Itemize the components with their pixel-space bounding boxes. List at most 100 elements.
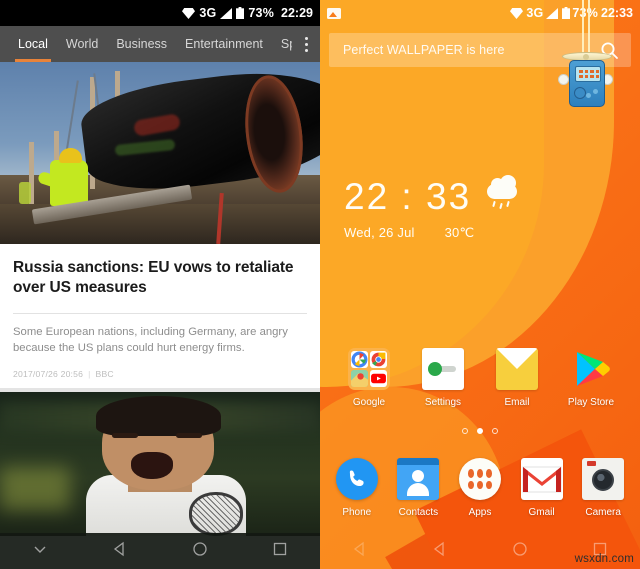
worker-safety-vest: [49, 160, 88, 207]
page-dot[interactable]: [462, 428, 468, 434]
court-highlight: [0, 466, 71, 510]
camera-lens: [592, 468, 615, 491]
robot-body: [569, 60, 605, 107]
article-summary: Some European nations, including Germany…: [13, 325, 288, 355]
home-screen-app-row: Google Settings Email Play Store: [320, 348, 640, 408]
signal-icon: [220, 7, 233, 19]
clock-date: Wed, 26 Jul: [344, 225, 415, 240]
app-camera[interactable]: Camera: [572, 458, 634, 518]
back-icon[interactable]: [112, 541, 128, 562]
app-google-folder[interactable]: Google: [338, 348, 400, 408]
screen-row: [579, 75, 599, 78]
phone-icon: [335, 458, 378, 500]
dual-phone-screenshot: 3G 73% 22:29 Local World Business Entert…: [0, 0, 640, 569]
clock-temperature: 30℃: [444, 225, 475, 240]
apps-drawer-icon: [458, 458, 501, 500]
dot: [304, 42, 308, 46]
clock-subline: Wed, 26 Jul 30℃: [344, 225, 521, 241]
search-input[interactable]: Perfect WALLPAPER is here: [329, 43, 587, 57]
rain-cloud-icon: [487, 175, 521, 210]
camera-icon: [582, 458, 625, 500]
widget-string: [582, 0, 584, 56]
battery-percent-label: 73%: [572, 5, 599, 20]
clock-time: 22 : 33: [344, 176, 472, 217]
app-label: Camera: [585, 507, 621, 518]
clock-row: 22 : 33: [344, 175, 521, 217]
left-status-bar: 3G 73% 22:29: [0, 0, 320, 26]
signal-icon: [546, 7, 559, 19]
screen-row: [579, 70, 599, 73]
recents-icon[interactable]: [272, 541, 288, 562]
article-image-tennis[interactable]: [0, 391, 320, 536]
collapse-icon[interactable]: [32, 541, 48, 562]
page-dot[interactable]: [492, 428, 498, 434]
tab-local[interactable]: Local: [9, 26, 57, 62]
page-indicator: [320, 428, 640, 434]
google-folder-icon: [348, 348, 390, 390]
battery-icon: [562, 7, 571, 19]
dot: [304, 36, 308, 40]
overflow-menu-icon[interactable]: [292, 26, 320, 62]
envelope-flap: [496, 348, 538, 369]
app-play-store[interactable]: Play Store: [560, 348, 622, 408]
cloud-shape: [487, 175, 518, 199]
article-meta: 2017/07/26 20:56 | BBC: [0, 357, 320, 388]
back-icon[interactable]: [432, 541, 448, 562]
status-left-group: [327, 7, 510, 19]
left-navigation-bar: [0, 533, 320, 569]
chrome-icon: [370, 351, 387, 368]
app-label: Gmail: [528, 507, 555, 518]
dock-bar: Phone Contacts Apps Gmail Camera: [320, 458, 640, 518]
tab-entertainment[interactable]: Entertainment: [176, 26, 272, 62]
back-icon-faded[interactable]: [352, 541, 368, 562]
article-image-pipeline[interactable]: [0, 62, 320, 244]
toggle-shape: [428, 362, 456, 376]
app-label: Phone: [342, 507, 372, 518]
play-store-icon: [570, 348, 612, 390]
gmail-icon: [520, 458, 563, 500]
article-headline[interactable]: Russia sanctions: EU vows to retaliate o…: [0, 244, 320, 305]
robot-screen: [575, 66, 601, 82]
diamond-icon: [510, 7, 524, 19]
photo-icon: [327, 7, 341, 19]
page-dot-active[interactable]: [477, 428, 483, 434]
maps-icon: [351, 370, 368, 387]
battery-percent-label: 73%: [248, 5, 275, 20]
article-timestamp: 2017/07/26 20:56: [13, 368, 84, 379]
background-worker: [19, 182, 32, 205]
robot-buttons: [586, 89, 600, 98]
tab-world[interactable]: World: [57, 26, 107, 62]
player-eyebrow: [112, 433, 138, 439]
app-email[interactable]: Email: [486, 348, 548, 408]
youtube-icon: [370, 370, 387, 387]
home-icon[interactable]: [512, 541, 528, 562]
email-icon: [496, 348, 538, 390]
network-type-label: 3G: [199, 5, 217, 20]
app-label: Email: [504, 397, 530, 408]
battery-icon: [236, 7, 245, 19]
contacts-icon: [397, 458, 440, 500]
status-clock: 22:33: [601, 6, 633, 20]
category-tab-bar: Local World Business Entertainment Sp: [0, 26, 320, 62]
robot-hand-left: [558, 74, 569, 85]
player-hair: [96, 395, 221, 437]
clock-weather-widget[interactable]: 22 : 33 Wed, 26 Jul 30℃: [344, 175, 521, 241]
app-label: Google: [352, 397, 386, 408]
app-phone[interactable]: Phone: [326, 458, 388, 518]
robot-dpad: [574, 87, 586, 99]
dot: [304, 48, 308, 52]
app-label: Settings: [424, 397, 462, 408]
tab-business[interactable]: Business: [107, 26, 176, 62]
article-source: BBC: [95, 368, 114, 379]
app-label: Contacts: [398, 507, 439, 518]
app-settings[interactable]: Settings: [412, 348, 474, 408]
app-contacts[interactable]: Contacts: [388, 458, 450, 518]
app-drawer[interactable]: Apps: [449, 458, 511, 518]
settings-icon: [422, 348, 464, 390]
home-icon[interactable]: [192, 541, 208, 562]
tab-sports[interactable]: Sp: [272, 26, 292, 62]
person-head: [412, 470, 425, 482]
left-phone-news-app: 3G 73% 22:29 Local World Business Entert…: [0, 0, 320, 569]
app-gmail[interactable]: Gmail: [511, 458, 573, 518]
camera-flash: [587, 461, 597, 466]
